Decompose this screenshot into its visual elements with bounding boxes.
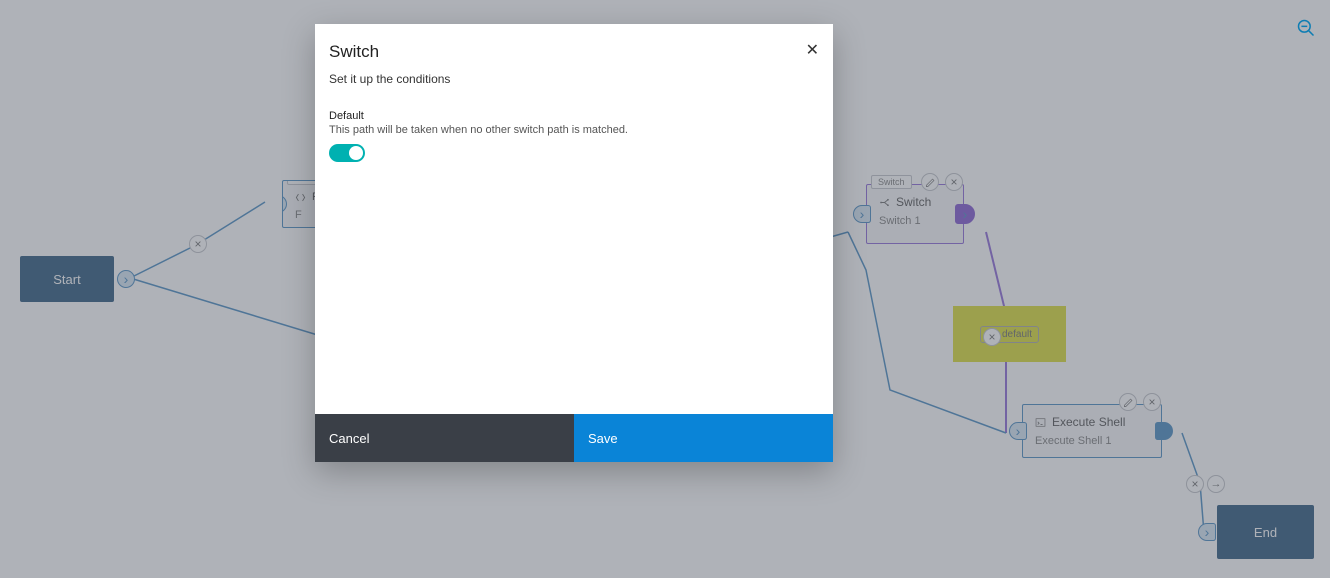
dialog-close-button[interactable]: ✕	[806, 40, 819, 60]
workflow-canvas[interactable]: Start Custom F F Switch	[0, 0, 1330, 578]
cancel-button[interactable]: Cancel	[315, 414, 574, 462]
zoom-out-icon	[1296, 18, 1316, 38]
save-button[interactable]: Save	[574, 414, 833, 462]
switch-config-dialog: ✕ Switch Set it up the conditions Defaul…	[315, 24, 833, 462]
default-section-label: Default	[329, 110, 817, 122]
default-section-help: This path will be taken when no other sw…	[329, 124, 817, 136]
dialog-title: Switch	[329, 42, 817, 62]
dialog-description: Set it up the conditions	[329, 72, 817, 86]
default-toggle[interactable]	[329, 144, 365, 162]
zoom-out-button[interactable]	[1296, 18, 1316, 38]
close-icon: ✕	[806, 42, 819, 59]
